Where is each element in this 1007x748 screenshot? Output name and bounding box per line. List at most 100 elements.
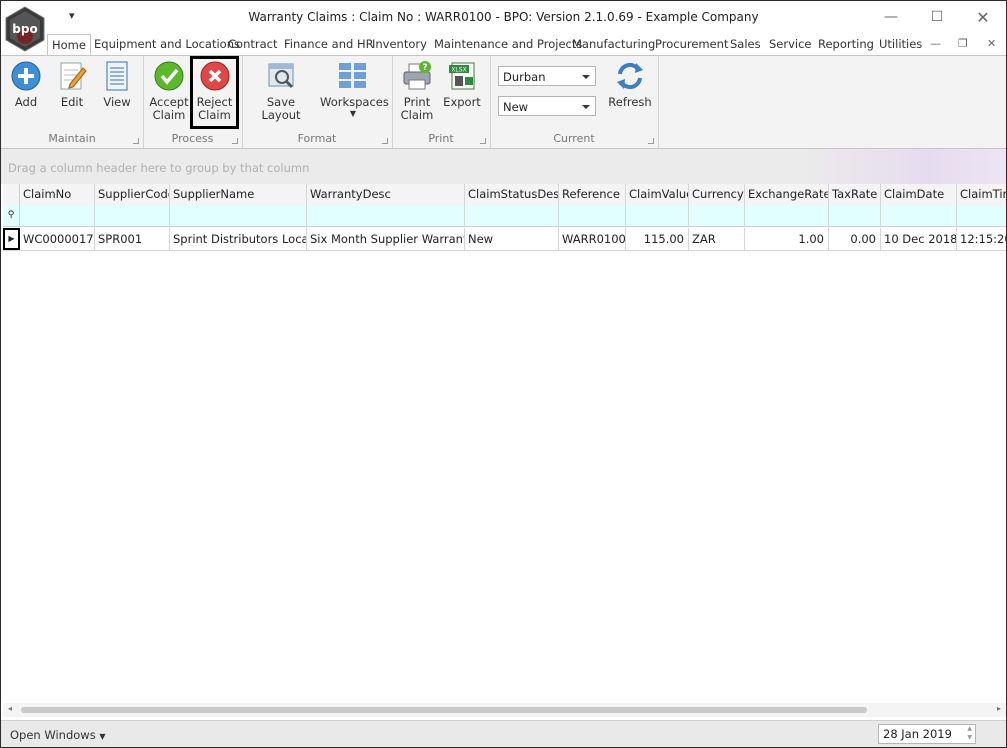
dialog-launcher-icon[interactable] [232, 138, 238, 144]
filter-cell-reference[interactable] [559, 205, 626, 226]
group-print: ? Print Claim XLSX Export Print [392, 56, 491, 148]
filter-cell-claimstatusdesc[interactable] [465, 205, 559, 226]
filter-cell-claimtime[interactable] [957, 205, 1006, 226]
cell-suppliercode[interactable]: SPR001 [95, 228, 170, 250]
column-header-claimno[interactable]: ClaimNo [20, 184, 95, 205]
minimize-icon[interactable]: — [876, 5, 906, 29]
add-button[interactable]: Add [9, 60, 43, 109]
scroll-left-icon[interactable]: ◂ [8, 704, 12, 713]
cell-suppliername[interactable]: Sprint Distributors Local [170, 228, 307, 250]
refresh-button[interactable]: Refresh [606, 60, 654, 109]
horizontal-scrollbar[interactable]: ◂ ▸ [3, 703, 1006, 717]
dialog-launcher-icon[interactable] [133, 138, 139, 144]
print-claim-button[interactable]: ? Print Claim [397, 60, 437, 122]
tab-service[interactable]: Service [765, 34, 816, 55]
view-button[interactable]: View [100, 60, 134, 109]
tab-contract[interactable]: Contract [224, 34, 281, 55]
date-value: 28 Jan 2019 [883, 727, 952, 741]
accept-claim-label-2: Claim [152, 108, 186, 122]
dialog-launcher-icon[interactable] [382, 138, 388, 144]
column-header-claimstatusdesc[interactable]: ClaimStatusDesc [465, 184, 559, 205]
edit-button[interactable]: Edit [55, 60, 89, 109]
workspaces-button[interactable]: Workspaces ▼ [320, 60, 389, 118]
cell-claimdate[interactable]: 10 Dec 2018 [881, 228, 957, 250]
filter-pin-icon: ⚲ [3, 205, 20, 226]
column-header-suppliercode[interactable]: SupplierCode [95, 184, 170, 205]
column-header-claimtime[interactable]: ClaimTime [957, 184, 1006, 205]
filter-cell-warrantydesc[interactable] [307, 205, 465, 226]
column-header-currency[interactable]: Currency [689, 184, 745, 205]
date-field[interactable]: 28 Jan 2019 ▲ ▼ [878, 724, 976, 744]
filter-cell-taxrate[interactable] [829, 205, 881, 226]
tab-equipment-and-locations[interactable]: Equipment and Locations [90, 34, 244, 55]
tab-home[interactable]: Home [47, 34, 91, 56]
cell-claimno[interactable]: WC0000017 [20, 228, 95, 250]
cell-exchangerate[interactable]: 1.00 [745, 228, 829, 250]
cell-claimtime[interactable]: 12:15:20 [957, 228, 1006, 250]
column-header-claimvalue[interactable]: ClaimValue [626, 184, 689, 205]
bpo-logo[interactable]: bpo [3, 6, 47, 52]
reject-claim-label-2: Claim [198, 108, 231, 122]
date-spinner-icon[interactable]: ▲ ▼ [967, 724, 972, 742]
branch-combo[interactable]: Durban [498, 66, 596, 86]
tab-reporting[interactable]: Reporting [814, 34, 878, 55]
view-label: View [103, 95, 131, 109]
grid-header-row: ClaimNo SupplierCode SupplierName Warran… [3, 184, 1006, 206]
filter-cell-suppliercode[interactable] [95, 205, 170, 226]
close-icon[interactable]: ✕ [968, 5, 998, 29]
dialog-launcher-icon[interactable] [648, 138, 654, 144]
chevron-down-icon: ▼ [349, 109, 357, 118]
branch-combo-value: Durban [503, 70, 546, 84]
table-row[interactable]: ▶ WC0000017 SPR001 Sprint Distributors L… [3, 228, 1006, 251]
accept-claim-button[interactable]: Accept Claim [149, 60, 189, 122]
cell-claimvalue[interactable]: 115.00 [626, 228, 689, 250]
dialog-launcher-icon[interactable] [480, 138, 486, 144]
filter-cell-suppliername[interactable] [170, 205, 307, 226]
export-xlsx-icon: XLSX [446, 60, 478, 92]
column-header-warrantydesc[interactable]: WarrantyDesc [307, 184, 465, 205]
tab-procurement[interactable]: Procurement [651, 34, 732, 55]
workspaces-icon [337, 60, 369, 92]
view-icon [101, 60, 133, 92]
cell-claimstatusdesc[interactable]: New [465, 228, 559, 250]
column-header-suppliername[interactable]: SupplierName [170, 184, 307, 205]
column-header-exchangerate[interactable]: ExchangeRate [745, 184, 829, 205]
filter-cell-claimvalue[interactable] [626, 205, 689, 226]
cell-reference[interactable]: WARR0100 [559, 228, 626, 250]
auto-filter-row: ⚲ [3, 205, 1006, 227]
tab-utilities[interactable]: Utilities [875, 34, 926, 55]
export-button[interactable]: XLSX Export [441, 60, 483, 109]
filter-cell-currency[interactable] [689, 205, 745, 226]
column-header-taxrate[interactable]: TaxRate [829, 184, 881, 205]
column-header-claimdate[interactable]: ClaimDate [881, 184, 957, 205]
maximize-icon[interactable]: ☐ [922, 5, 952, 29]
tab-maintenance-and-projects[interactable]: Maintenance and Projects [430, 34, 586, 55]
scrollbar-thumb[interactable] [21, 707, 867, 713]
tab-sales[interactable]: Sales [726, 34, 765, 55]
cell-warrantydesc[interactable]: Six Month Supplier Warranty [307, 228, 465, 250]
tab-finance-and-hr[interactable]: Finance and HR [280, 34, 378, 55]
reject-claim-button[interactable]: Reject Claim [190, 56, 239, 129]
mdi-minimize-icon[interactable]: — [930, 37, 941, 50]
row-selected-arrow-icon[interactable]: ▶ [3, 228, 20, 250]
checkmark-icon [153, 60, 185, 92]
cell-currency[interactable]: ZAR [689, 228, 745, 250]
group-by-panel[interactable]: Drag a column header here to group by th… [1, 149, 1006, 184]
app-window: bpo ▾ Warranty Claims : Claim No : WARR0… [0, 0, 1007, 748]
column-header-reference[interactable]: Reference [559, 184, 626, 205]
status-combo[interactable]: New [498, 96, 596, 116]
group-current-caption: Current [553, 132, 595, 145]
tab-inventory[interactable]: Inventory [368, 34, 431, 55]
status-bar: Open Windows ▼ 28 Jan 2019 ▲ ▼ [1, 720, 1006, 747]
filter-cell-claimno[interactable] [20, 205, 95, 226]
scroll-right-icon[interactable]: ▸ [997, 704, 1001, 713]
save-layout-label: Save Layout [261, 95, 301, 122]
mdi-close-icon[interactable]: ✕ [987, 37, 996, 50]
filter-cell-claimdate[interactable] [881, 205, 957, 226]
cell-taxrate[interactable]: 0.00 [829, 228, 881, 250]
save-layout-button[interactable]: Save Layout [248, 60, 314, 122]
filter-cell-exchangerate[interactable] [745, 205, 829, 226]
open-windows-menu[interactable]: Open Windows ▼ [10, 728, 106, 742]
tab-manufacturing[interactable]: Manufacturing [568, 34, 659, 55]
mdi-restore-icon[interactable]: ❐ [958, 37, 968, 50]
